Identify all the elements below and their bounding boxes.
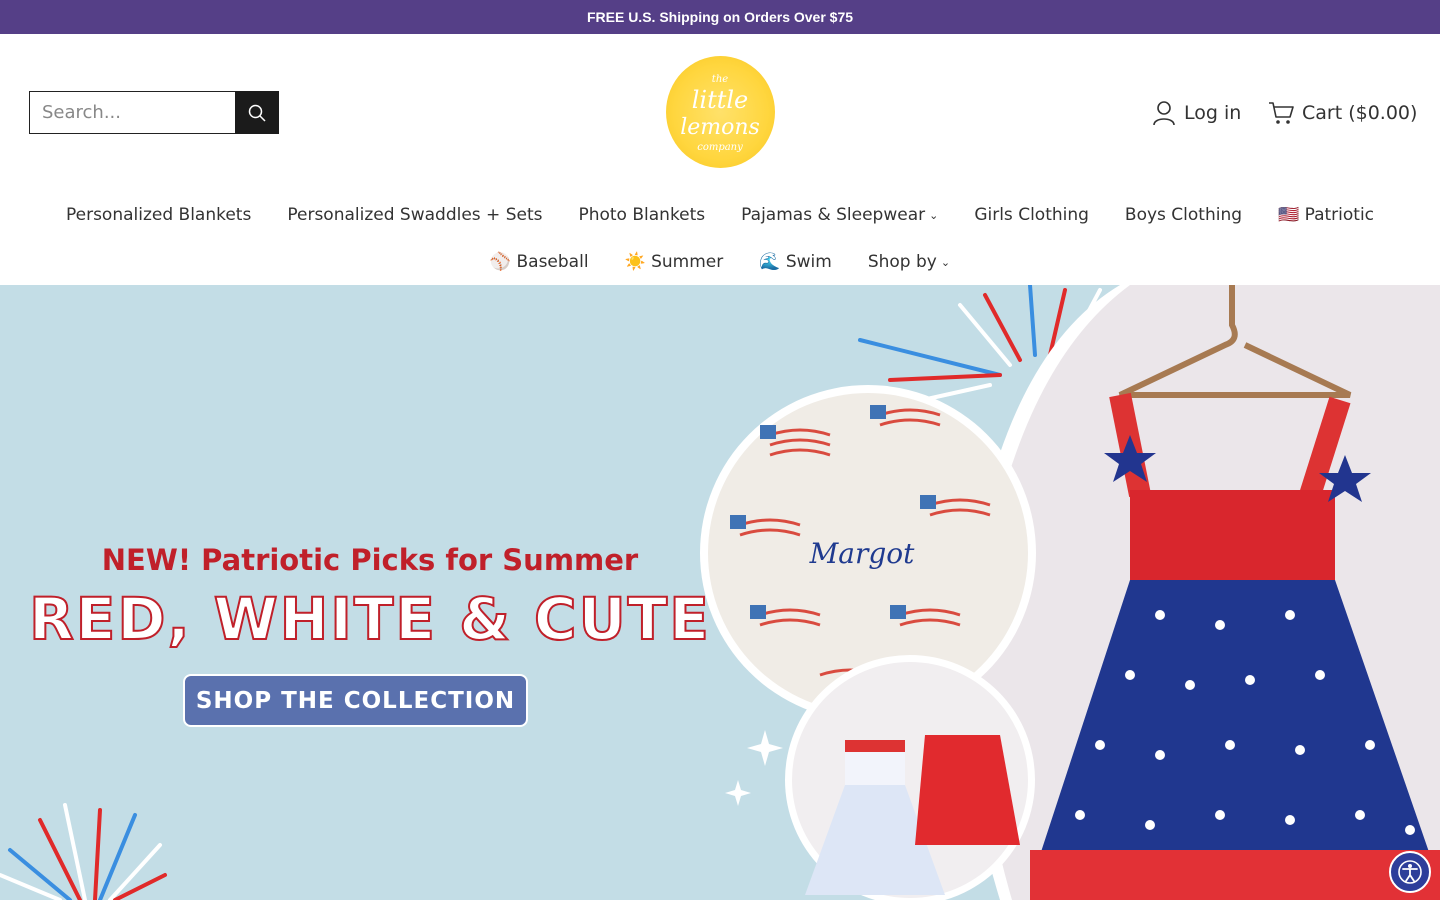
main-nav-row-2: ⚾ Baseball ☀️ Summer 🌊 Swim Shop by ⌄ xyxy=(0,250,1440,274)
accessibility-button[interactable] xyxy=(1389,851,1431,893)
nav-label: Personalized Blankets xyxy=(65,205,252,225)
main-nav-row-1: Personalized Blankets Personalized Swadd… xyxy=(0,203,1440,227)
nav-label: 🇺🇸 Patriotic xyxy=(1278,205,1375,225)
nav-item-shop-by[interactable]: Shop by ⌄ xyxy=(868,250,950,274)
sparkle-graphic xyxy=(725,730,783,806)
nav-item-swim[interactable]: 🌊 Swim xyxy=(759,250,832,274)
svg-text:the: the xyxy=(712,74,728,85)
nav-label: 🌊 Swim xyxy=(759,252,832,272)
firework-bottom-graphic xyxy=(0,803,167,900)
hero-banner[interactable]: Margot NEW! Patriotic Picks for Summer R… xyxy=(0,285,1440,900)
announcement-text: FREE U.S. Shipping on Orders Over $75 xyxy=(586,9,854,25)
nav-label: Photo Blankets xyxy=(578,205,706,225)
nav-label: ☀️ Summer xyxy=(624,252,724,272)
blanket-name: Margot xyxy=(809,537,916,570)
search-form: Search... xyxy=(29,91,279,134)
site-logo[interactable]: the little lemons company xyxy=(666,56,775,168)
chevron-down-icon: ⌄ xyxy=(940,255,951,269)
login-link[interactable]: Log in xyxy=(1152,98,1241,128)
chevron-down-icon: ⌄ xyxy=(929,208,939,222)
hero-kicker: NEW! Patriotic Picks for Summer xyxy=(101,543,639,577)
announcement-bar: FREE U.S. Shipping on Orders Over $75 xyxy=(0,0,1440,34)
cart-label: Cart ($0.00) xyxy=(1302,102,1418,124)
nav-label: ⚾ Baseball xyxy=(489,252,589,272)
search-input[interactable]: Search... xyxy=(29,91,235,134)
nav-label: Girls Clothing xyxy=(974,205,1089,225)
svg-text:little: little xyxy=(692,86,749,114)
nav-item-pajamas-sleepwear[interactable]: Pajamas & Sleepwear ⌄ xyxy=(741,203,938,227)
nav-label: Pajamas & Sleepwear xyxy=(741,205,926,225)
svg-text:company: company xyxy=(697,142,743,153)
nav-label: Personalized Swaddles + Sets xyxy=(287,205,543,225)
login-label: Log in xyxy=(1184,102,1242,124)
accessibility-icon xyxy=(1398,860,1422,884)
nav-label: Boys Clothing xyxy=(1124,205,1243,225)
nav-item-girls-clothing[interactable]: Girls Clothing xyxy=(974,203,1089,227)
nav-item-baseball[interactable]: ⚾ Baseball xyxy=(490,250,589,274)
nav-item-photo-blankets[interactable]: Photo Blankets xyxy=(578,203,705,227)
nav-item-personalized-swaddles[interactable]: Personalized Swaddles + Sets xyxy=(287,203,542,227)
cart-icon xyxy=(1269,102,1294,124)
cart-link[interactable]: Cart ($0.00) xyxy=(1268,98,1417,128)
svg-text:lemons: lemons xyxy=(680,115,760,140)
search-button[interactable] xyxy=(235,91,279,134)
nav-item-personalized-blankets[interactable]: Personalized Blankets xyxy=(66,203,251,227)
search-icon xyxy=(248,104,266,122)
outfit-photo xyxy=(785,655,1035,900)
nav-label: Shop by xyxy=(867,252,937,272)
nav-item-patriotic[interactable]: 🇺🇸 Patriotic xyxy=(1278,203,1374,227)
logo-lettering: the little lemons company xyxy=(680,74,760,153)
nav-item-summer[interactable]: ☀️ Summer xyxy=(625,250,724,274)
dress-photo xyxy=(964,285,1440,900)
nav-item-boys-clothing[interactable]: Boys Clothing xyxy=(1125,203,1242,227)
shop-collection-button[interactable]: SHOP THE COLLECTION xyxy=(183,674,528,727)
hero-title: RED, WHITE & CUTE xyxy=(28,584,711,654)
user-icon xyxy=(1153,101,1175,126)
